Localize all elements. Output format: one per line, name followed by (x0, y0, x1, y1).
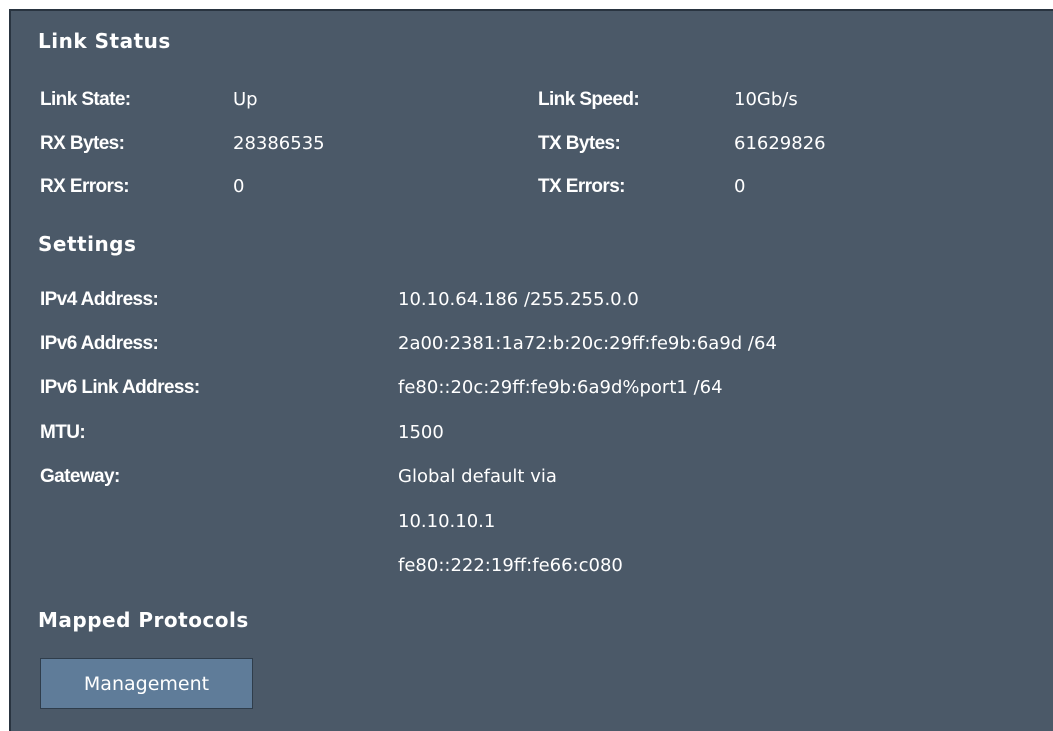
link-status-heading: Link Status (38, 29, 171, 53)
ipv4-address-label: IPv4 Address: (40, 289, 159, 310)
mtu-label: MTU: (40, 422, 86, 443)
mtu-value: 1500 (398, 422, 444, 443)
link-speed-value: 10Gb/s (734, 89, 798, 110)
gateway-line: 10.10.10.1 (398, 511, 496, 532)
rx-errors-value: 0 (233, 176, 245, 197)
port-details-panel: Link Status Link State: Up Link Speed: 1… (9, 9, 1053, 731)
tx-errors-value: 0 (734, 176, 746, 197)
link-state-label: Link State: (40, 89, 131, 110)
settings-heading: Settings (38, 232, 137, 256)
gateway-line: Global default via (398, 466, 557, 487)
management-protocol-button[interactable]: Management (40, 658, 253, 709)
mapped-protocols-heading: Mapped Protocols (38, 608, 249, 632)
rx-bytes-value: 28386535 (233, 133, 325, 154)
tx-errors-label: TX Errors: (538, 176, 626, 197)
link-speed-label: Link Speed: (538, 89, 640, 110)
rx-errors-label: RX Errors: (40, 176, 130, 197)
link-state-value: Up (233, 89, 258, 110)
gateway-line: fe80::222:19ff:fe66:c080 (398, 555, 623, 576)
ipv6-address-label: IPv6 Address: (40, 333, 159, 354)
ipv6-address-value: 2a00:2381:1a72:b:20c:29ff:fe9b:6a9d /64 (398, 333, 777, 354)
ipv4-address-value: 10.10.64.186 /255.255.0.0 (398, 289, 639, 310)
tx-bytes-value: 61629826 (734, 133, 826, 154)
ipv6-link-address-value: fe80::20c:29ff:fe9b:6a9d%port1 /64 (398, 377, 723, 398)
gateway-label: Gateway: (40, 466, 120, 487)
ipv6-link-address-label: IPv6 Link Address: (40, 377, 200, 398)
rx-bytes-label: RX Bytes: (40, 133, 125, 154)
tx-bytes-label: TX Bytes: (538, 133, 621, 154)
